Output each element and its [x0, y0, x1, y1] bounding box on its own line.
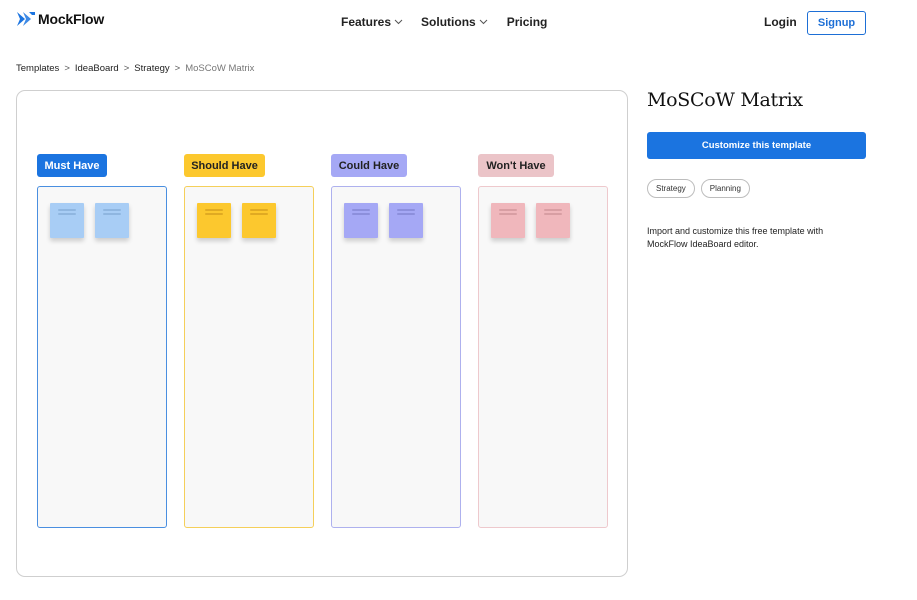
chevron-down-icon: [394, 19, 403, 25]
breadcrumb-separator: >: [64, 63, 70, 74]
customize-template-button[interactable]: Customize this template: [647, 132, 866, 159]
nav-solutions[interactable]: Solutions: [421, 15, 488, 29]
note-text-line: [544, 209, 562, 211]
logo-text: MockFlow: [38, 11, 105, 27]
wont-have-label: Won't Have: [478, 154, 554, 177]
template-preview[interactable]: Must Have Should Have Could Have Won't Have: [16, 90, 628, 577]
tag-planning[interactable]: Planning: [700, 179, 750, 198]
breadcrumb: Templates > IdeaBoard > Strategy > MoSCo…: [16, 63, 254, 74]
note-text-line: [352, 209, 370, 211]
breadcrumb-templates[interactable]: Templates: [16, 63, 59, 74]
nav-solutions-label: Solutions: [421, 15, 476, 29]
sticky-note[interactable]: [344, 203, 378, 238]
tag-strategy[interactable]: Strategy: [647, 179, 695, 198]
note-text-line: [499, 213, 517, 215]
must-have-column: [37, 186, 167, 528]
note-text-line: [103, 209, 121, 211]
login-link[interactable]: Login: [764, 15, 797, 29]
note-text-line: [499, 209, 517, 211]
breadcrumb-separator: >: [174, 63, 181, 74]
should-have-column: [184, 186, 314, 528]
template-description: Import and customize this free template …: [647, 226, 824, 249]
note-text-line: [250, 209, 268, 211]
sticky-note[interactable]: [491, 203, 525, 238]
nav-features-label: Features: [341, 15, 392, 29]
note-text-line: [397, 213, 415, 215]
note-text-line: [544, 213, 562, 215]
chevron-down-icon: [479, 19, 488, 25]
sticky-note[interactable]: [95, 203, 129, 238]
should-have-label: Should Have: [184, 154, 265, 177]
note-text-line: [58, 209, 76, 211]
nav-pricing-label: Pricing: [506, 15, 548, 29]
main-nav: Features Solutions Pricing: [341, 15, 547, 29]
could-have-column: [331, 186, 461, 528]
nav-pricing[interactable]: Pricing: [507, 15, 548, 29]
mockflow-logo-icon: [17, 12, 35, 26]
sticky-note[interactable]: [242, 203, 276, 238]
note-text-line: [250, 213, 268, 215]
note-text-line: [205, 213, 223, 215]
top-nav-bar: MockFlow Features Solutions Pricing Logi…: [0, 0, 917, 44]
tag-list: Strategy Planning: [647, 179, 756, 198]
mockflow-logo[interactable]: MockFlow: [17, 11, 104, 27]
note-text-line: [205, 209, 223, 211]
wont-have-column: [478, 186, 608, 528]
nav-features[interactable]: Features: [341, 15, 403, 29]
template-title: MoSCoW Matrix: [647, 89, 803, 111]
breadcrumb-ideaboard[interactable]: IdeaBoard: [75, 63, 119, 74]
breadcrumb-strategy[interactable]: Strategy: [134, 63, 169, 74]
note-text-line: [58, 213, 76, 215]
must-have-label: Must Have: [37, 154, 107, 177]
note-text-line: [397, 209, 415, 211]
sticky-note[interactable]: [197, 203, 231, 238]
could-have-label: Could Have: [331, 154, 407, 177]
signup-button[interactable]: Signup: [807, 11, 866, 35]
sticky-note[interactable]: [389, 203, 423, 238]
sticky-note[interactable]: [536, 203, 570, 238]
note-text-line: [103, 213, 121, 215]
breadcrumb-separator: >: [123, 63, 130, 74]
note-text-line: [352, 213, 370, 215]
breadcrumb-current: MoSCoW Matrix: [185, 63, 255, 74]
sticky-note[interactable]: [50, 203, 84, 238]
